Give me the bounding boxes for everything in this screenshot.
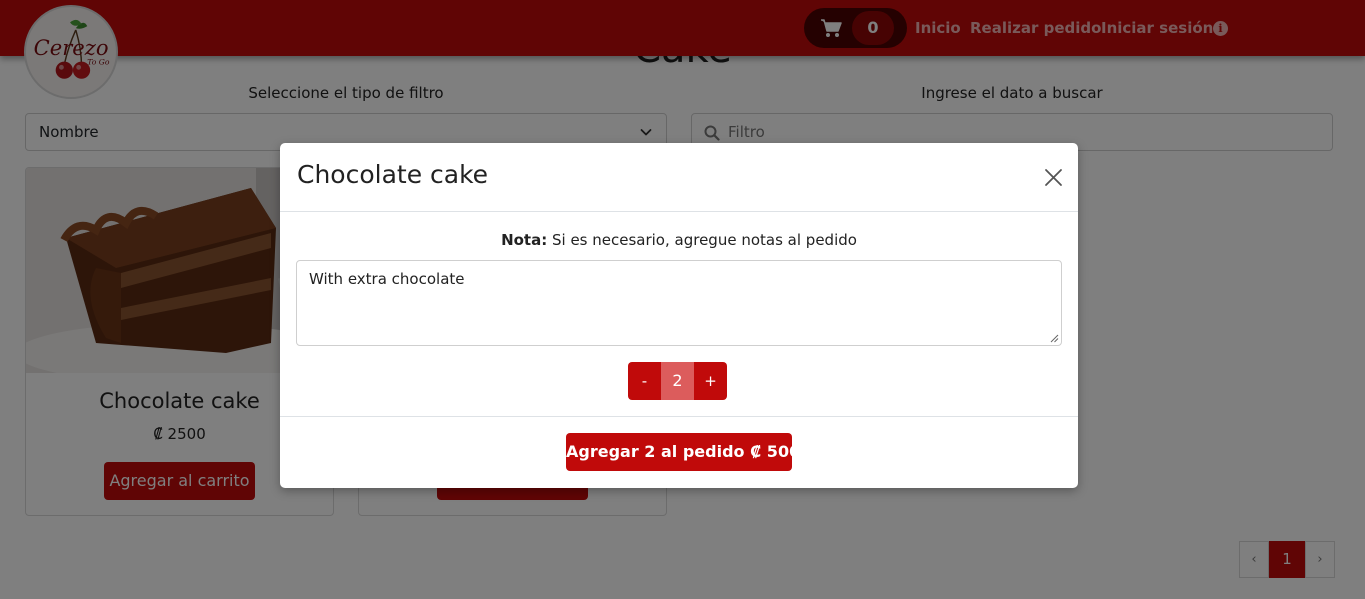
order-notes-value: With extra chocolate bbox=[309, 270, 465, 288]
note-text: Si es necesario, agregue notas al pedido bbox=[547, 231, 857, 249]
quantity-stepper: - 2 + bbox=[628, 362, 727, 400]
order-notes-textarea[interactable]: With extra chocolate bbox=[296, 260, 1062, 346]
decrease-quantity-button[interactable]: - bbox=[628, 362, 661, 400]
increase-quantity-button[interactable]: + bbox=[694, 362, 727, 400]
note-label: Nota: bbox=[501, 231, 548, 249]
resize-grip-icon[interactable] bbox=[1050, 334, 1059, 343]
add-to-order-button[interactable]: Agregar 2 al pedido ₡ 5000 bbox=[566, 433, 811, 471]
note-instruction: Nota: Si es necesario, agregue notas al … bbox=[280, 230, 1078, 250]
modal-header-divider bbox=[280, 211, 1078, 212]
quantity-value: 2 bbox=[661, 362, 694, 400]
modal-footer-divider bbox=[280, 416, 1078, 417]
close-icon[interactable] bbox=[1044, 168, 1063, 187]
order-modal: Chocolate cake Nota: Si es necesario, ag… bbox=[280, 143, 1078, 488]
modal-title: Chocolate cake bbox=[297, 160, 489, 189]
